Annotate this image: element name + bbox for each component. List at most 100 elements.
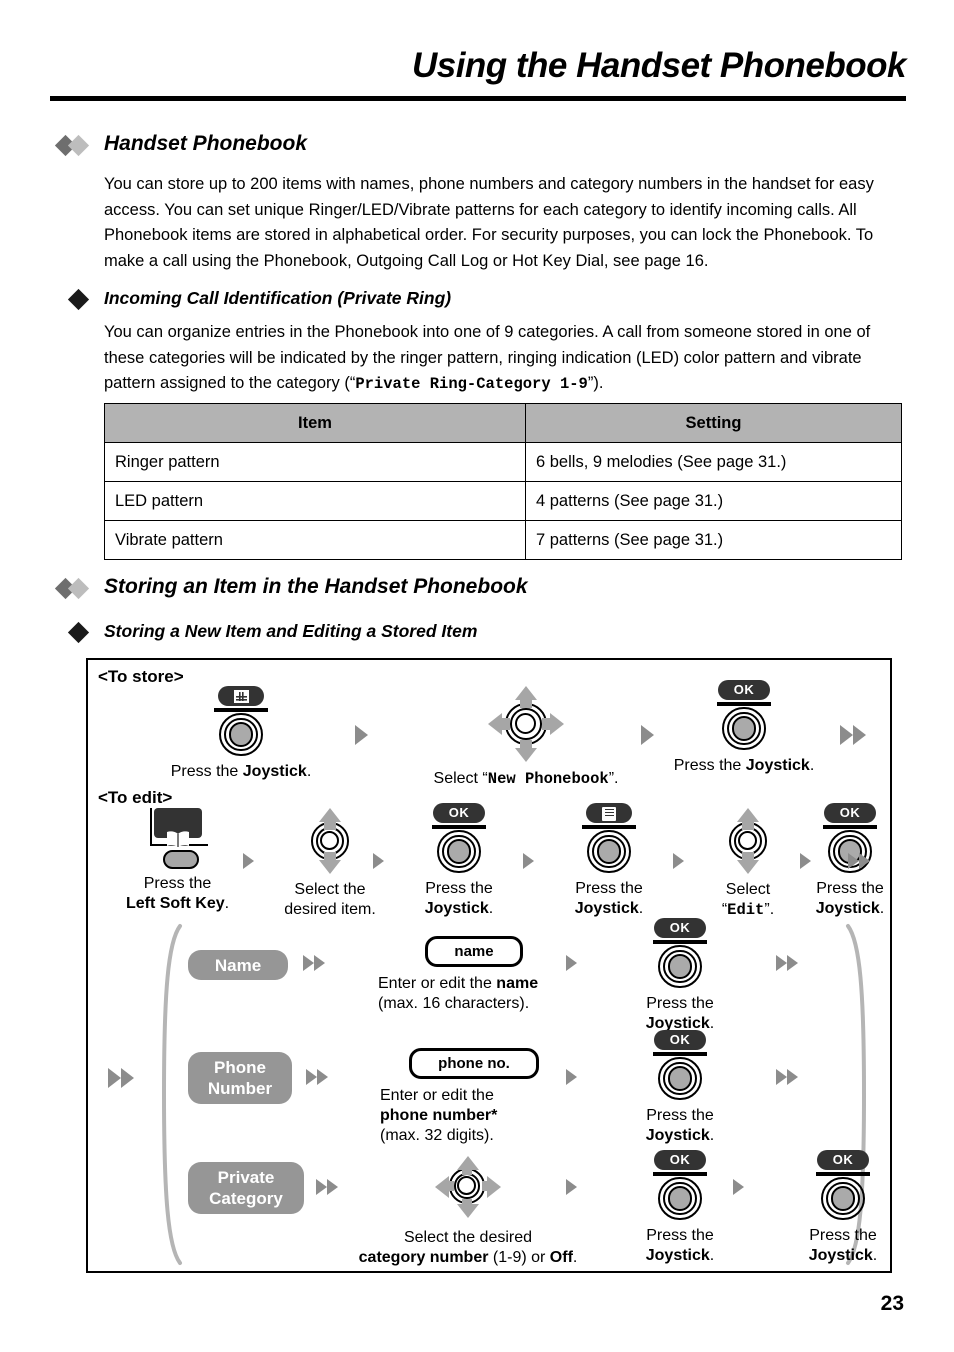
flow-step-edit-3-caption-line2: Joystick. <box>424 899 494 917</box>
branch-pill-name: Name <box>188 950 288 980</box>
flow-branch-phone-ok: OK Press the Joystick. <box>600 1030 760 1146</box>
phone-no-field-bubble[interactable]: phone no. <box>409 1048 539 1079</box>
flow-arrow <box>523 852 534 870</box>
joystick-icon <box>821 1176 865 1221</box>
document-page: Using the Handset Phonebook Handset Phon… <box>0 0 954 1352</box>
key-underline <box>653 1052 707 1056</box>
flow-arrow <box>566 1178 577 1196</box>
key-underline <box>432 825 486 829</box>
flow-arrow <box>355 725 368 745</box>
flow-step-edit-1: Press the Left Soft Key. <box>110 808 245 914</box>
branch-bracket-left <box>154 922 184 1267</box>
flow-branch-category-ok-2: OK Press the Joystick. <box>763 1150 923 1266</box>
menu-key-icon <box>218 686 264 706</box>
phonebook-glyph-icon <box>166 831 189 847</box>
flow-step-store-1: Press the Joystick. <box>166 686 316 782</box>
table-row: LED pattern 4 patterns (See page 31.) <box>104 481 902 521</box>
branch-pill-phone-number: Phone Number <box>188 1052 292 1104</box>
joystick-4way-icon <box>435 1156 501 1218</box>
joystick-icon <box>587 829 631 874</box>
key-underline <box>582 825 636 829</box>
flow-step-store-1-caption: Press the Joystick. <box>170 762 312 780</box>
flow-branch-name-ok-line1: Press the <box>646 994 714 1012</box>
paragraph-incoming-call-part2: ”). <box>587 374 604 392</box>
flow-branch-phone-ok-line1: Press the <box>646 1106 714 1124</box>
procedure-flow-diagram: <To store> Press the Joystick. Select “N… <box>86 658 892 1273</box>
ok-key-icon: OK <box>654 1030 706 1050</box>
flow-arrow-double <box>776 954 798 972</box>
flow-arrow-double-branch-entry <box>108 1068 134 1088</box>
table-header-setting: Setting <box>525 403 902 443</box>
private-ring-settings-table: Item Setting Ringer pattern 6 bells, 9 m… <box>104 403 902 560</box>
flow-step-edit-2-caption-line1: Select the <box>294 881 366 898</box>
double-diamond-bullet-icon <box>54 577 102 600</box>
joystick-icon <box>219 712 263 757</box>
ok-key-icon: OK <box>654 1150 706 1170</box>
table-row: Ringer pattern 6 bells, 9 melodies (See … <box>104 442 902 482</box>
branch-pill-private-category: Private Category <box>188 1162 304 1214</box>
flow-arrow <box>373 852 384 870</box>
ok-key-icon: OK <box>433 803 485 823</box>
key-underline <box>816 1172 870 1176</box>
flow-branch-category-desc: Select the desired category number (1-9)… <box>358 1229 578 1266</box>
flow-arrow <box>566 954 577 972</box>
flow-step-store-2: Select “New Phonebook”. <box>396 686 656 789</box>
joystick-icon <box>658 1056 702 1101</box>
flow-branch-category-ok1-line2: Joystick. <box>645 1246 715 1264</box>
flow-step-edit-6-caption-line2: Joystick. <box>815 899 885 917</box>
joystick-4way-icon <box>488 686 564 762</box>
ok-key-icon: OK <box>654 918 706 938</box>
ok-key-icon: OK <box>817 1150 869 1170</box>
flow-arrow <box>566 1068 577 1086</box>
table-cell-setting: 4 patterns (See page 31.) <box>525 481 902 521</box>
flow-arrow <box>673 852 684 870</box>
ok-key-icon: OK <box>824 803 876 823</box>
paragraph-incoming-call: You can organize entries in the Phoneboo… <box>104 320 900 398</box>
flow-branch-category-ok1-line1: Press the <box>646 1226 714 1244</box>
flow-step-store-2-caption: Select “New Phonebook”. <box>433 770 619 788</box>
flow-arrow-double <box>303 954 325 972</box>
flow-arrow-double <box>848 852 870 870</box>
label-to-store: <To store> <box>98 667 184 686</box>
flow-arrow-double <box>776 1068 798 1086</box>
flow-branch-category-ok2-line1: Press the <box>809 1226 877 1244</box>
flow-step-edit-4-caption-line2: Joystick. <box>574 899 644 917</box>
page-title: Using the Handset Phonebook <box>411 46 907 85</box>
flow-branch-category-select: Select the desired category number (1-9)… <box>346 1156 590 1268</box>
key-underline <box>653 940 707 944</box>
private-ring-category-literal: Private Ring-Category 1-9 <box>355 375 588 393</box>
table-header-item: Item <box>104 403 526 443</box>
label-to-edit: <To edit> <box>98 788 173 807</box>
ok-key-icon: OK <box>718 680 770 700</box>
flow-arrow-double <box>316 1178 338 1196</box>
key-underline <box>717 702 771 706</box>
flow-step-edit-6-caption-line1: Press the <box>816 879 884 897</box>
flow-step-edit-1-caption-line2: Left Soft Key. <box>125 895 230 912</box>
joystick-icon <box>437 829 481 874</box>
flow-arrow <box>641 725 654 745</box>
table-cell-item: Vibrate pattern <box>104 520 526 560</box>
name-field-bubble[interactable]: name <box>425 936 523 967</box>
diamond-bullet-icon <box>67 288 90 311</box>
flow-arrow-double <box>306 1068 328 1086</box>
menu-list-key-icon <box>586 803 632 823</box>
flow-step-store-3-caption: Press the Joystick. <box>673 756 815 774</box>
double-diamond-bullet-icon <box>54 134 102 157</box>
flow-step-store-3: OK Press the Joystick. <box>668 680 820 776</box>
joystick-updown-icon <box>303 808 357 874</box>
flow-branch-name-ok: OK Press the Joystick. <box>600 918 760 1034</box>
title-rule <box>50 96 906 101</box>
flow-step-edit-3-caption-line1: Press the <box>425 879 493 897</box>
flow-branch-phone-input: phone no. Enter or edit the phone number… <box>360 1048 588 1146</box>
flow-branch-name-input: name Enter or edit the name (max. 16 cha… <box>360 936 588 1014</box>
flow-step-edit-4: Press the Joystick. <box>550 803 668 919</box>
heading-storing-new-item: Storing a New Item and Editing a Stored … <box>104 621 478 641</box>
flow-branch-name-desc: Enter or edit the name (max. 16 characte… <box>378 975 539 1012</box>
paragraph-handset-phonebook: You can store up to 200 items with names… <box>104 175 874 270</box>
heading-incoming-call-identification: Incoming Call Identification (Private Ri… <box>104 288 452 308</box>
flow-branch-phone-desc: Enter or edit the phone number* (max. 32… <box>380 1087 498 1144</box>
flow-arrow-double <box>840 725 866 745</box>
flow-step-edit-4-caption-line1: Press the <box>575 879 643 897</box>
table-header-row: Item Setting <box>104 403 902 443</box>
flow-arrow <box>243 852 254 870</box>
